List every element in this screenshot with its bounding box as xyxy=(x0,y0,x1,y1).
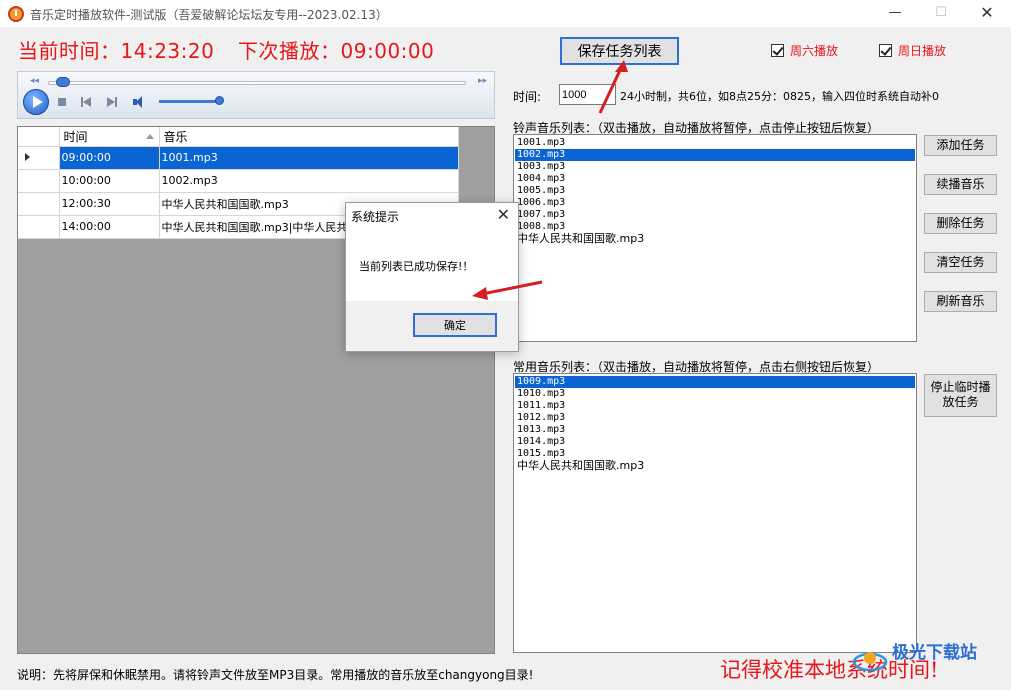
clear-tasks-button[interactable]: 清空任务 xyxy=(924,252,997,273)
row-header[interactable] xyxy=(18,146,60,170)
music-cell[interactable]: 1002.mp3 xyxy=(159,169,459,193)
add-task-button[interactable]: 添加任务 xyxy=(924,135,997,156)
list-item[interactable]: 1009.mp3 xyxy=(515,376,915,388)
maximize-button[interactable]: ☐ xyxy=(918,0,964,27)
list-item[interactable]: 1006.mp3 xyxy=(515,197,915,209)
list-item[interactable]: 1003.mp3 xyxy=(515,161,915,173)
dialog-title: 系统提示 xyxy=(351,210,400,224)
checkbox-checked-icon xyxy=(771,44,784,57)
list-item[interactable]: 1004.mp3 xyxy=(515,173,915,185)
dialog-footer: 确定 xyxy=(346,301,518,351)
seek-back-icon[interactable]: ◂◂ xyxy=(30,76,39,86)
stop-icon[interactable] xyxy=(56,96,68,108)
volume-slider[interactable] xyxy=(159,100,221,103)
next-play-value: 09:00:00 xyxy=(340,39,435,63)
checkbox-checked-icon xyxy=(879,44,892,57)
list-item[interactable]: 1010.mp3 xyxy=(515,388,915,400)
saturday-play-label: 周六播放 xyxy=(790,44,839,58)
save-task-list-button[interactable]: 保存任务列表 xyxy=(560,37,679,65)
table-row[interactable]: 09:00:00 1001.mp3 xyxy=(18,146,459,170)
column-header-time[interactable]: 时间 xyxy=(59,127,160,147)
list-item[interactable]: 中华人民共和国国歌.mp3 xyxy=(515,460,915,472)
row-header[interactable] xyxy=(18,215,60,239)
list-item[interactable]: 1012.mp3 xyxy=(515,412,915,424)
list-item[interactable]: 1007.mp3 xyxy=(515,209,915,221)
time-label: 时间: xyxy=(513,90,542,104)
stop-temp-play-button[interactable]: 停止临时播 放任务 xyxy=(924,374,997,417)
music-cell[interactable]: 1001.mp3 xyxy=(159,146,459,170)
current-row-marker-icon xyxy=(25,153,30,161)
previous-track-icon[interactable] xyxy=(80,96,92,108)
seek-thumb[interactable] xyxy=(56,77,71,87)
list-item[interactable]: 1011.mp3 xyxy=(515,400,915,412)
seek-bar[interactable] xyxy=(48,81,466,85)
common-music-list[interactable]: 1009.mp3 1010.mp3 1011.mp3 1012.mp3 1013.mp3… xyxy=(513,373,917,653)
volume-icon[interactable] xyxy=(133,96,149,108)
dialog-close-icon[interactable]: ✕ xyxy=(497,205,510,224)
list-item[interactable]: 1002.mp3 xyxy=(515,149,915,161)
media-player: ◂◂ ▸▸ xyxy=(17,71,495,119)
list-item[interactable]: 1014.mp3 xyxy=(515,436,915,448)
list-item[interactable]: 1005.mp3 xyxy=(515,185,915,197)
sunday-play-label: 周日播放 xyxy=(898,44,947,58)
system-prompt-dialog: 系统提示 ✕ 当前列表已成功保存!！ 确定 xyxy=(345,202,519,352)
time-cell[interactable]: 09:00:00 xyxy=(59,146,160,170)
resume-music-button[interactable]: 续播音乐 xyxy=(924,174,997,195)
saturday-play-checkbox[interactable]: 周六播放 xyxy=(771,42,838,59)
footer-note: 说明：先将屏保和休眠禁用。请将铃声文件放至MP3目录。常用播放的音乐放至chan… xyxy=(17,668,534,682)
current-time-value: 14:23:20 xyxy=(120,39,215,63)
next-track-icon[interactable] xyxy=(106,96,118,108)
next-play-label: 下次播放： xyxy=(238,39,341,63)
watermark-logo-icon xyxy=(852,652,888,672)
play-button[interactable] xyxy=(23,89,49,115)
list-item[interactable]: 1001.mp3 xyxy=(515,137,915,149)
ring-music-list[interactable]: 1001.mp3 1002.mp3 1003.mp3 1004.mp3 1005.mp3… xyxy=(513,134,917,342)
minimize-button[interactable]: — xyxy=(872,0,918,27)
list-item[interactable]: 中华人民共和国国歌.mp3 xyxy=(515,233,915,245)
table-row[interactable]: 10:00:00 1002.mp3 xyxy=(18,169,459,193)
time-input[interactable] xyxy=(559,84,616,105)
row-header-corner xyxy=(18,127,60,147)
time-cell[interactable]: 12:00:30 xyxy=(59,192,160,216)
refresh-music-button[interactable]: 刷新音乐 xyxy=(924,291,997,312)
time-cell[interactable]: 10:00:00 xyxy=(59,169,160,193)
close-button[interactable]: ✕ xyxy=(964,0,1010,27)
title-bar: 音乐定时播放软件-测试版（吾爱破解论坛坛友专用--2023.02.13） — ☐… xyxy=(0,0,1011,27)
app-clock-icon xyxy=(8,6,24,22)
sunday-play-checkbox[interactable]: 周日播放 xyxy=(879,42,946,59)
row-header[interactable] xyxy=(18,192,60,216)
watermark-text: 极光下载站 xyxy=(892,643,977,663)
seek-forward-icon[interactable]: ▸▸ xyxy=(478,76,487,86)
window-title: 音乐定时播放软件-测试版（吾爱破解论坛坛友专用--2023.02.13） xyxy=(30,8,388,22)
time-cell[interactable]: 14:00:00 xyxy=(59,215,160,239)
stop-temp-play-label-line2: 放任务 xyxy=(942,395,979,409)
column-header-music[interactable]: 音乐 xyxy=(159,127,459,147)
dialog-message: 当前列表已成功保存!！ xyxy=(359,260,474,273)
list-item[interactable]: 1013.mp3 xyxy=(515,424,915,436)
clock-display: 当前时间：14:23:20 下次播放：09:00:00 xyxy=(18,35,434,64)
delete-task-button[interactable]: 删除任务 xyxy=(924,213,997,234)
stop-temp-play-label-line1: 停止临时播 xyxy=(930,380,991,394)
dialog-ok-button[interactable]: 确定 xyxy=(413,313,497,337)
sort-ascending-icon xyxy=(145,134,154,139)
current-time-label: 当前时间： xyxy=(18,39,121,63)
row-header[interactable] xyxy=(18,169,60,193)
time-format-hint: 24小时制，共6位，如8点25分：0825，输入四位时系统自动补0 xyxy=(620,90,939,103)
volume-thumb[interactable] xyxy=(214,96,224,105)
